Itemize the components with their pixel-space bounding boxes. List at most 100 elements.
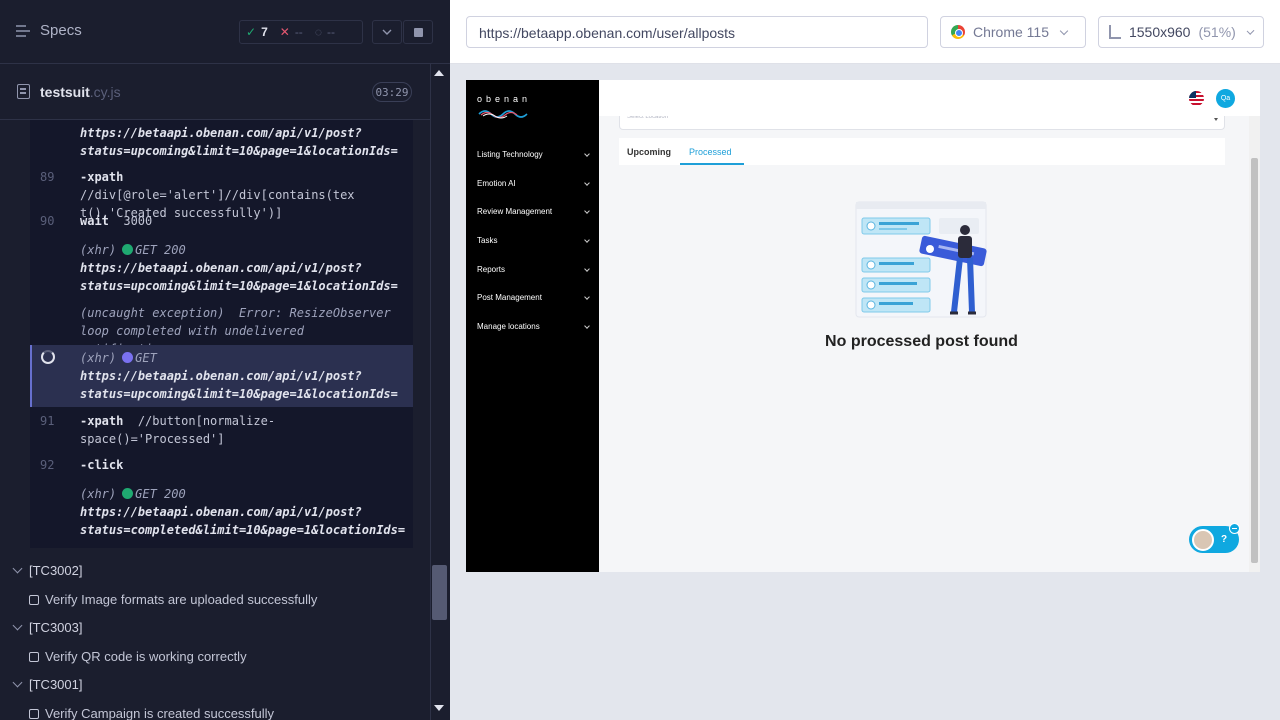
spec-file-name[interactable]: testsuit.cy.js — [40, 84, 121, 100]
aut-header: https://betaapp.obenan.com/user/allposts… — [450, 0, 1280, 64]
browser-label: Chrome 115 — [973, 24, 1050, 40]
pending-log-line[interactable]: (xhr) GET https://betaapi.obenan.com/api/v… — [30, 345, 413, 407]
chrome-icon — [951, 25, 965, 39]
chevron-down-icon — [12, 563, 23, 574]
exception-message: Error: ResizeObserver — [238, 306, 391, 320]
command-arg: //div[@role='alert']//div[contains(tex — [80, 188, 355, 202]
xhr-url: https://betaapi.obenan.com/api/v1/post? — [80, 126, 362, 140]
toggle-auto-scroll-button[interactable] — [372, 20, 402, 44]
viewport-selector[interactable]: 1550x960 (51%) — [1098, 16, 1264, 48]
xhr-status: GET 200 — [135, 487, 186, 501]
ruler-icon — [1109, 25, 1121, 39]
scroll-up-icon[interactable] — [434, 70, 444, 76]
nav-label: Review Management — [477, 207, 553, 216]
app-scrollbar-thumb[interactable] — [1251, 158, 1258, 563]
test-title: Verify QR code is working correctly — [45, 649, 247, 664]
test-item[interactable]: Verify Campaign is created successfully — [29, 706, 274, 720]
chevron-down-icon — [1246, 26, 1255, 35]
viewport-size: 1550x960 — [1128, 24, 1191, 40]
nav-label: Reports — [477, 265, 506, 274]
file-base-name: testsuit — [40, 84, 90, 100]
tab-processed[interactable]: Processed — [689, 147, 732, 157]
log-type: (xhr) — [80, 351, 117, 365]
command-arg: //button[normalize- — [137, 414, 276, 428]
suite-tc3001[interactable]: [TC3001] — [12, 677, 83, 692]
specs-button[interactable]: Specs — [16, 22, 82, 39]
nav-label: Manage locations — [477, 322, 540, 331]
nav-label: Tasks — [477, 236, 498, 245]
chevron-down-icon — [584, 236, 590, 243]
post-tabs: Upcoming Processed — [619, 138, 1225, 165]
scroll-down-icon[interactable] — [434, 705, 444, 711]
xhr-url-cont: status=upcoming&limit=10&page=1&location… — [80, 279, 398, 293]
nav-label: Listing Technology — [477, 150, 543, 159]
minimize-icon[interactable] — [1229, 523, 1240, 534]
line-number: 92 — [40, 458, 55, 472]
app-main: Select Location Qa Upcoming Processed No… — [599, 80, 1260, 572]
pending-count: -- — [326, 25, 335, 39]
nav-reports[interactable]: Reports — [477, 265, 590, 274]
xhr-url: https://betaapi.obenan.com/api/v1/post? — [80, 369, 362, 383]
chevron-down-icon — [584, 179, 590, 186]
check-icon: ✓ — [246, 25, 257, 39]
test-item[interactable]: Verify QR code is working correctly — [29, 649, 247, 664]
viewport-scale: (51%) — [1198, 24, 1236, 40]
line-number: 90 — [40, 214, 55, 228]
run-duration: 03:29 — [372, 82, 412, 102]
test-item[interactable]: Verify Image formats are uploaded succes… — [29, 592, 317, 607]
suite-label: [TC3003] — [29, 620, 83, 635]
command-name: -click — [80, 458, 124, 472]
file-extension: .cy.js — [89, 84, 121, 100]
scrollbar-thumb[interactable] — [432, 565, 447, 620]
command-name: -xpath — [80, 414, 124, 428]
browser-selector[interactable]: Chrome 115 — [940, 16, 1086, 48]
chevron-down-icon — [584, 322, 590, 329]
stop-button[interactable] — [403, 20, 433, 44]
url-bar[interactable]: https://betaapp.obenan.com/user/allposts — [466, 16, 928, 48]
log-type: (xhr) — [80, 243, 117, 257]
test-title: Verify Campaign is created successfully — [45, 706, 275, 720]
test-stats: ✓ 7 ✕ -- ◌ -- — [239, 20, 363, 44]
test-status-icon — [29, 708, 39, 719]
app-sidebar: obenan Listing Technology Emotion AI Rev… — [466, 80, 599, 572]
logo-wave-icon — [478, 110, 528, 119]
test-status-icon — [29, 594, 39, 605]
user-avatar[interactable]: Qa — [1216, 89, 1235, 108]
tab-upcoming[interactable]: Upcoming — [627, 147, 671, 157]
nav-tasks[interactable]: Tasks — [477, 236, 590, 245]
suite-tc3003[interactable]: [TC3003] — [12, 620, 83, 635]
runner-toolbar: Specs ✓ 7 ✕ -- ◌ -- — [0, 0, 450, 64]
command-arg: 3000 — [123, 214, 153, 228]
suite-label: [TC3001] — [29, 677, 83, 692]
passed-count: 7 — [261, 25, 268, 39]
us-flag-icon[interactable] — [1189, 91, 1204, 106]
nav-review-management[interactable]: Review Management — [477, 207, 590, 216]
nav-label: Emotion AI — [477, 179, 516, 188]
xhr-url: https://betaapi.obenan.com/api/v1/post? — [80, 505, 362, 519]
suite-tc3002[interactable]: [TC3002] — [12, 563, 82, 578]
obenan-logo[interactable]: obenan — [477, 94, 531, 104]
chevron-down-icon — [584, 207, 590, 214]
chevron-down-icon — [584, 293, 590, 300]
failed-count: -- — [294, 25, 303, 39]
xhr-status: GET 200 — [135, 243, 186, 257]
command-log-panel: Specs ✓ 7 ✕ -- ◌ -- testsuit.cy.js 03:29 ht… — [0, 0, 450, 720]
log-scrollbar[interactable] — [430, 64, 450, 720]
line-number: 89 — [40, 170, 55, 184]
empty-state-message: No processed post found — [825, 333, 1018, 350]
chevron-down-icon — [1059, 26, 1069, 35]
nav-post-management[interactable]: Post Management — [477, 293, 590, 302]
location-select[interactable]: Select Location — [619, 114, 1225, 130]
caret-down-icon — [1214, 118, 1218, 121]
test-title: Verify Image formats are uploaded succes… — [45, 592, 318, 607]
xhr-url-cont: status=upcoming&limit=10&page=1&location… — [80, 144, 398, 158]
cross-icon: ✕ — [279, 25, 290, 39]
nav-manage-locations[interactable]: Manage locations — [477, 322, 590, 331]
nav-listing-technology[interactable]: Listing Technology — [477, 150, 590, 159]
log-type: (uncaught exception) — [80, 306, 225, 320]
status-dot-icon — [122, 244, 134, 255]
specs-label: Specs — [40, 22, 82, 39]
xhr-url: https://betaapi.obenan.com/api/v1/post? — [80, 261, 362, 275]
nav-emotion-ai[interactable]: Emotion AI — [477, 179, 590, 188]
xhr-url-cont: status=completed&limit=10&page=1&locatio… — [80, 523, 406, 537]
